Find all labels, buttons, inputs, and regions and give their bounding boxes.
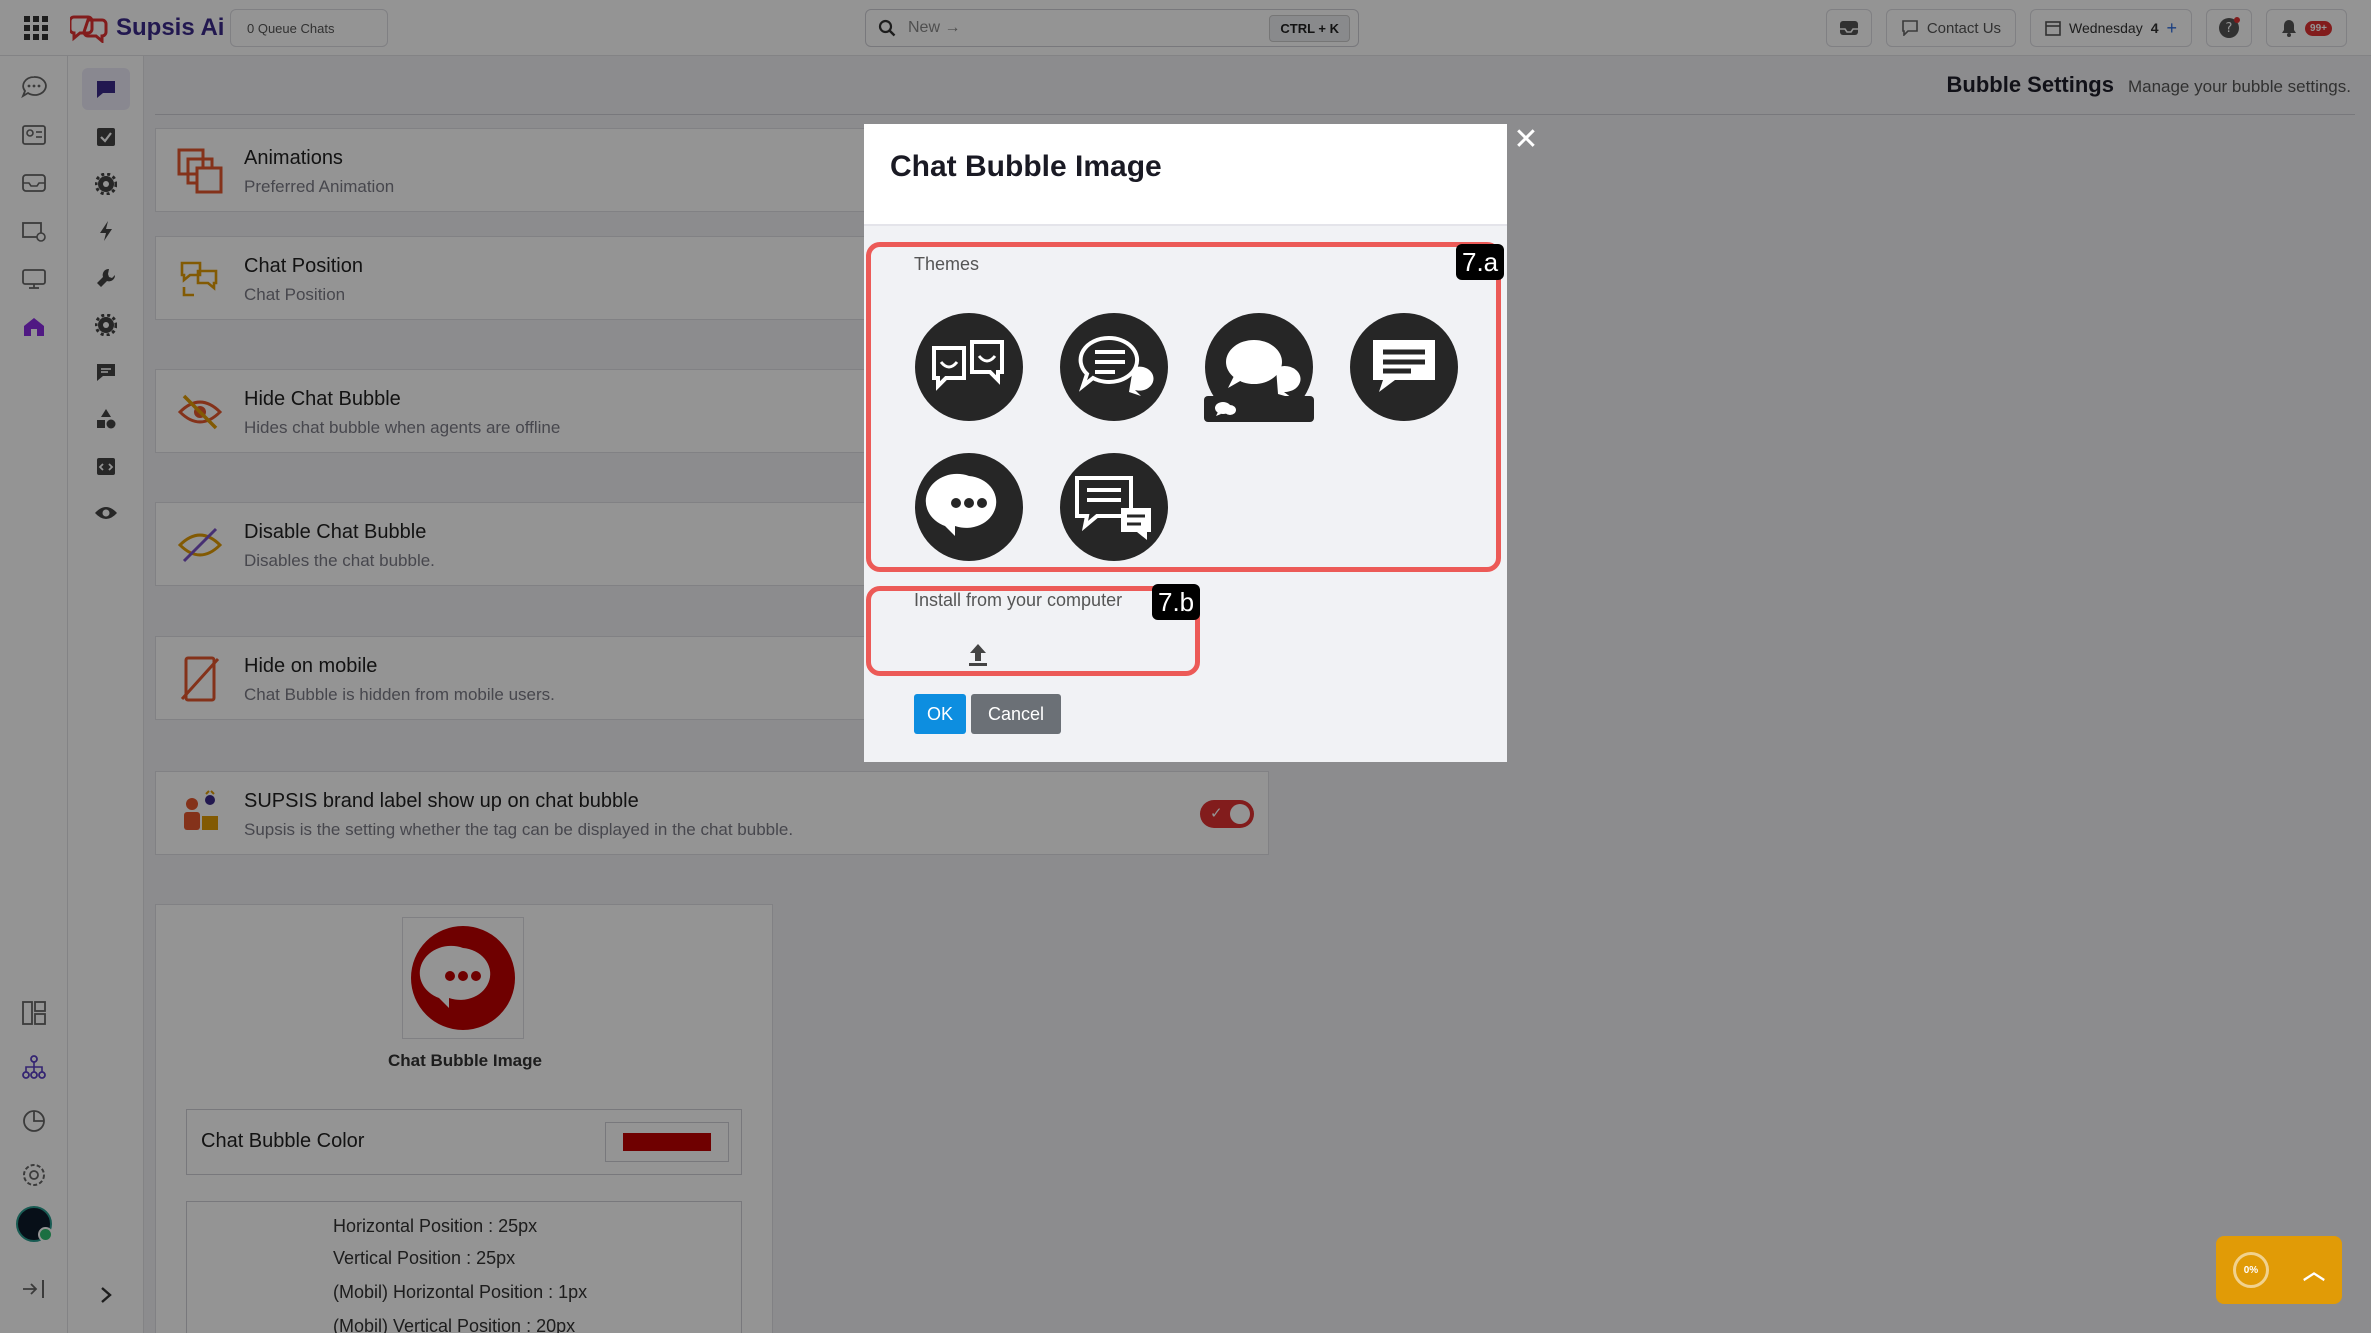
- ok-button[interactable]: OK: [914, 694, 966, 734]
- annotation-tag-b: 7.b: [1152, 584, 1201, 620]
- install-highlight-frame: [866, 586, 1200, 676]
- progress-widget[interactable]: 0% ︿: [2216, 1236, 2342, 1304]
- close-icon[interactable]: ✕: [1512, 125, 1540, 155]
- chat-bubble-image-modal: Chat Bubble Image Themes Install from yo…: [864, 124, 1507, 762]
- modal-header: Chat Bubble Image: [864, 124, 1507, 226]
- progress-ring: 0%: [2232, 1252, 2269, 1288]
- annotation-tag-a: 7.a: [1456, 244, 1505, 280]
- modal-title: Chat Bubble Image: [890, 150, 1162, 183]
- themes-highlight-frame: [866, 242, 1501, 572]
- chevron-up-icon[interactable]: ︿: [2303, 1254, 2325, 1286]
- cancel-button[interactable]: Cancel: [971, 694, 1061, 734]
